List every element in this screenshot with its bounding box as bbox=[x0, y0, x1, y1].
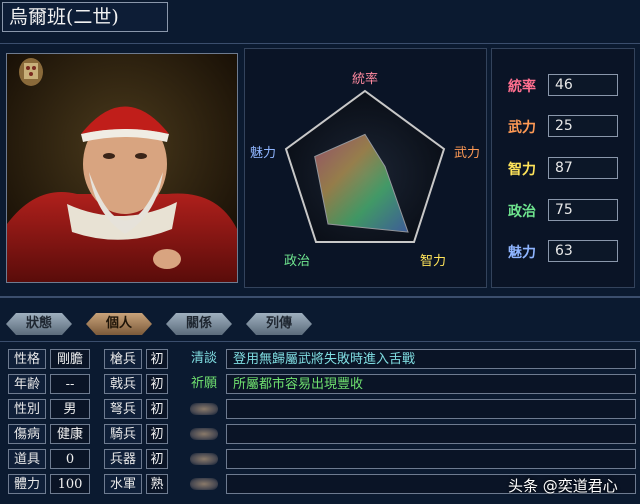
profile-value: 100 bbox=[50, 474, 90, 494]
coat-of-arms-icon bbox=[19, 58, 43, 86]
ability-radar-chart: 統率 武力 智力 政治 魅力 bbox=[244, 48, 487, 288]
officer-portrait bbox=[6, 53, 238, 283]
radar-label-war: 武力 bbox=[454, 146, 480, 161]
empty-skill-slot-icon bbox=[190, 453, 218, 465]
stat-row-leadership: 統率 46 bbox=[492, 74, 636, 98]
divider bbox=[0, 341, 640, 342]
troop-label: 騎兵 bbox=[104, 424, 142, 444]
stat-value: 87 bbox=[548, 157, 618, 179]
troop-aptitude: 初 bbox=[146, 424, 168, 444]
tab-relations[interactable]: 關係 bbox=[166, 313, 232, 335]
troop-label: 戟兵 bbox=[104, 374, 142, 394]
tab-biography[interactable]: 列傳 bbox=[246, 313, 312, 335]
profile-label: 道具 bbox=[8, 449, 46, 469]
empty-skill-slot bbox=[226, 449, 636, 469]
stat-value: 46 bbox=[548, 74, 618, 96]
profile-label: 體力 bbox=[8, 474, 46, 494]
troop-aptitude: 初 bbox=[146, 349, 168, 369]
radar-svg: 統率 武力 智力 政治 魅力 bbox=[250, 71, 480, 269]
profile-value: 剛膽 bbox=[50, 349, 90, 369]
ability-stats-panel: 統率 46 武力 25 智力 87 政治 75 魅力 63 bbox=[491, 48, 635, 288]
troop-label: 兵器 bbox=[104, 449, 142, 469]
profile-value: 男 bbox=[50, 399, 90, 419]
divider bbox=[0, 43, 640, 44]
watermark: 头条 @奕道君心 bbox=[508, 477, 618, 495]
profile-label: 傷病 bbox=[8, 424, 46, 444]
empty-skill-slot-icon bbox=[190, 478, 218, 490]
stat-value: 75 bbox=[548, 199, 618, 221]
stat-row-politics: 政治 75 bbox=[492, 199, 636, 223]
empty-skill-slot bbox=[226, 424, 636, 444]
empty-skill-slot-icon bbox=[190, 403, 218, 415]
empty-skill-slot-icon bbox=[190, 428, 218, 440]
tab-status[interactable]: 狀態 bbox=[6, 313, 72, 335]
stat-label: 智力 bbox=[508, 162, 536, 178]
officer-name: 烏爾班(二世) bbox=[2, 2, 168, 32]
skill-description: 所屬都市容易出現豐收 bbox=[226, 374, 636, 394]
stat-label: 魅力 bbox=[508, 245, 536, 261]
profile-value: 健康 bbox=[50, 424, 90, 444]
stat-label: 統率 bbox=[508, 79, 536, 95]
skill-tag[interactable]: 祈願 bbox=[186, 374, 222, 394]
stat-value: 63 bbox=[548, 240, 618, 262]
skill-tag[interactable]: 清談 bbox=[186, 349, 222, 369]
profile-label: 性格 bbox=[8, 349, 46, 369]
troop-aptitude: 初 bbox=[146, 449, 168, 469]
stat-label: 政治 bbox=[508, 204, 536, 220]
profile-label: 性別 bbox=[8, 399, 46, 419]
skill-description: 登用無歸屬武將失敗時進入舌戰 bbox=[226, 349, 636, 369]
empty-skill-slot bbox=[226, 399, 636, 419]
troop-aptitude: 初 bbox=[146, 399, 168, 419]
stat-value: 25 bbox=[548, 115, 618, 137]
tab-personal[interactable]: 個人 bbox=[86, 313, 152, 335]
radar-label-leadership: 統率 bbox=[352, 71, 378, 87]
troop-label: 弩兵 bbox=[104, 399, 142, 419]
profile-label: 年齢 bbox=[8, 374, 46, 394]
divider bbox=[0, 296, 640, 298]
troop-aptitude: 初 bbox=[146, 374, 168, 394]
radar-label-intelligence: 智力 bbox=[420, 254, 446, 269]
stat-label: 武力 bbox=[508, 120, 536, 136]
troop-aptitude: 熟 bbox=[146, 474, 168, 494]
profile-value: -- bbox=[50, 374, 90, 394]
radar-label-politics: 政治 bbox=[284, 254, 310, 269]
troop-label: 槍兵 bbox=[104, 349, 142, 369]
stat-row-intelligence: 智力 87 bbox=[492, 157, 636, 181]
radar-label-charisma: 魅力 bbox=[250, 146, 276, 161]
stat-row-war: 武力 25 bbox=[492, 115, 636, 139]
profile-value: 0 bbox=[50, 449, 90, 469]
troop-label: 水軍 bbox=[104, 474, 142, 494]
stat-row-charisma: 魅力 63 bbox=[492, 240, 636, 264]
